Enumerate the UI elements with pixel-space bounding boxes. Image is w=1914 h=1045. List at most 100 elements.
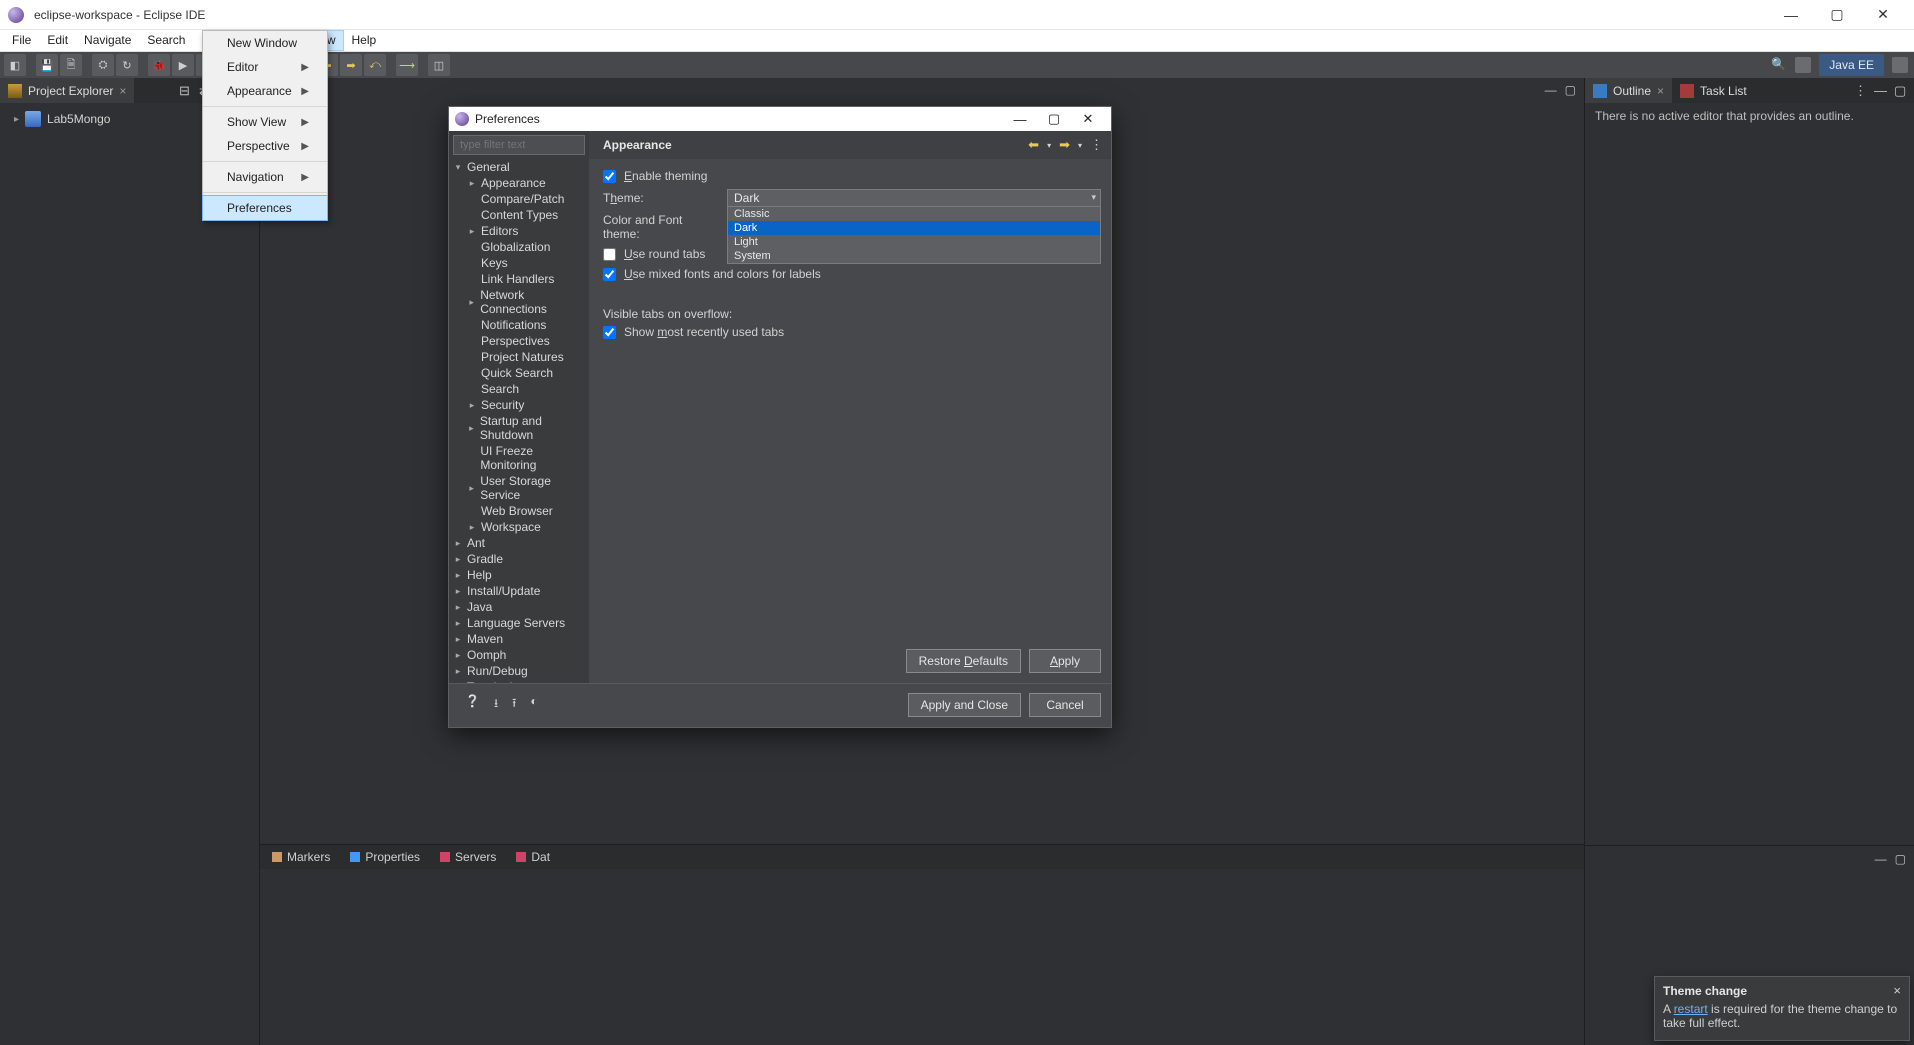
pref-tree-item[interactable]: Notifications xyxy=(449,317,589,333)
dialog-titlebar[interactable]: Preferences — ▢ ✕ xyxy=(449,107,1111,131)
pref-tree-item[interactable]: Run/Debug xyxy=(449,663,589,679)
dropdown-icon[interactable]: ▾ xyxy=(1078,141,1082,150)
pref-tree-item[interactable]: Editors xyxy=(449,223,589,239)
tab-data[interactable]: Dat xyxy=(508,847,558,867)
restart-link[interactable]: restart xyxy=(1674,1002,1708,1016)
pref-tree-item[interactable]: Link Handlers xyxy=(449,271,589,287)
pref-tree-item[interactable]: Content Types xyxy=(449,207,589,223)
menu-edit[interactable]: Edit xyxy=(39,30,76,51)
perspective-javaee[interactable]: Java EE xyxy=(1819,54,1884,76)
minimize-view-icon[interactable]: — xyxy=(1545,83,1557,97)
close-button[interactable]: ✕ xyxy=(1860,0,1906,30)
menu-help[interactable]: Help xyxy=(344,30,385,51)
pref-tree-item[interactable]: Perspectives xyxy=(449,333,589,349)
tb-pin-icon[interactable]: ◫ xyxy=(428,54,450,76)
pref-tree-item[interactable]: Web Browser xyxy=(449,503,589,519)
theme-option-dark[interactable]: Dark xyxy=(728,221,1100,235)
tb-save-icon[interactable]: 💾 xyxy=(36,54,58,76)
pref-tree-item[interactable]: Globalization xyxy=(449,239,589,255)
tb-refresh-icon[interactable]: ↻ xyxy=(116,54,138,76)
pref-tree-item[interactable]: Project Natures xyxy=(449,349,589,365)
tb-next-icon[interactable]: ⟶ xyxy=(396,54,418,76)
tb-fwd-icon[interactable]: ➡ xyxy=(340,54,362,76)
minimize-view-icon[interactable]: — xyxy=(1874,84,1888,98)
pref-tree-item[interactable]: Gradle xyxy=(449,551,589,567)
pref-tree-item[interactable]: Keys xyxy=(449,255,589,271)
view-menu-icon[interactable]: ⋮ xyxy=(1854,84,1868,98)
export-prefs-icon[interactable]: ⭱ xyxy=(512,694,516,715)
theme-option-light[interactable]: Light xyxy=(728,235,1100,249)
pref-tree-item[interactable]: UI Freeze Monitoring xyxy=(449,443,589,473)
theme-option-classic[interactable]: Classic xyxy=(728,207,1100,221)
toast-close-icon[interactable]: × xyxy=(1893,983,1901,998)
perspective-switcher-icon[interactable] xyxy=(1892,57,1908,73)
pref-tree-item[interactable]: Install/Update xyxy=(449,583,589,599)
menu-search[interactable]: Search xyxy=(139,30,193,51)
pref-tree-item[interactable]: Appearance xyxy=(449,175,589,191)
menu-appearance[interactable]: Appearance▶ xyxy=(203,79,327,103)
dialog-maximize-button[interactable]: ▢ xyxy=(1037,107,1071,131)
theme-select[interactable]: Dark ▾ xyxy=(727,189,1101,207)
filter-input[interactable] xyxy=(453,135,585,155)
menu-file[interactable]: File xyxy=(4,30,39,51)
search-icon[interactable]: 🔍 xyxy=(1771,57,1787,73)
preferences-tree[interactable]: GeneralAppearanceCompare/PatchContent Ty… xyxy=(449,157,589,683)
page-menu-icon[interactable]: ⋮ xyxy=(1090,137,1103,153)
minimize-button[interactable]: — xyxy=(1768,0,1814,30)
show-mru-checkbox[interactable] xyxy=(603,326,616,339)
minimize-view-icon[interactable]: — xyxy=(1875,852,1887,866)
pref-tree-item[interactable]: Security xyxy=(449,397,589,413)
tb-saveall-icon[interactable]: 🗎 xyxy=(60,54,82,76)
pref-tree-item[interactable]: Maven xyxy=(449,631,589,647)
pref-tree-item[interactable]: Startup and Shutdown xyxy=(449,413,589,443)
pref-tree-item[interactable]: Language Servers xyxy=(449,615,589,631)
pref-tree-item[interactable]: Network Connections xyxy=(449,287,589,317)
menu-perspective[interactable]: Perspective▶ xyxy=(203,134,327,158)
menu-navigate[interactable]: Navigate xyxy=(76,30,139,51)
apply-button[interactable]: Apply xyxy=(1029,649,1101,673)
maximize-view-icon[interactable]: ▢ xyxy=(1895,852,1906,866)
pref-tree-item[interactable]: General xyxy=(449,159,589,175)
forward-icon[interactable]: ➡ xyxy=(1059,137,1070,153)
back-icon[interactable]: ⬅ xyxy=(1028,137,1039,153)
pref-tree-item[interactable]: Ant xyxy=(449,535,589,551)
open-perspective-icon[interactable] xyxy=(1795,57,1811,73)
pref-tree-item[interactable]: Search xyxy=(449,381,589,397)
tasklist-tab[interactable]: Task List xyxy=(1672,78,1755,103)
enable-theming-checkbox[interactable] xyxy=(603,170,616,183)
restore-defaults-button[interactable]: Restore Defaults xyxy=(906,649,1021,673)
dropdown-icon[interactable]: ▾ xyxy=(1047,141,1051,150)
apply-and-close-button[interactable]: Apply and Close xyxy=(908,693,1021,717)
tab-servers[interactable]: Servers xyxy=(432,847,504,867)
close-icon[interactable]: × xyxy=(1657,84,1664,98)
menu-editor[interactable]: Editor▶ xyxy=(203,55,327,79)
oomph-icon[interactable]: ◐ xyxy=(530,694,537,715)
outline-tab[interactable]: Outline × xyxy=(1585,78,1672,103)
tb-build-icon[interactable]: ⛭ xyxy=(92,54,114,76)
cancel-button[interactable]: Cancel xyxy=(1029,693,1101,717)
tb-new-icon[interactable]: ◧ xyxy=(4,54,26,76)
theme-option-system[interactable]: System xyxy=(728,249,1100,263)
collapse-all-icon[interactable]: ⊟ xyxy=(179,84,193,98)
menu-new-window[interactable]: New Window xyxy=(203,31,327,55)
pref-tree-item[interactable]: Workspace xyxy=(449,519,589,535)
tb-last-edit-icon[interactable]: ⤺ xyxy=(364,54,386,76)
menu-preferences[interactable]: Preferences xyxy=(202,195,328,221)
use-round-tabs-checkbox[interactable] xyxy=(603,248,616,261)
tb-run-icon[interactable]: ▶ xyxy=(172,54,194,76)
pref-tree-item[interactable]: Java xyxy=(449,599,589,615)
menu-navigation[interactable]: Navigation▶ xyxy=(203,165,327,189)
menu-show-view[interactable]: Show View▶ xyxy=(203,110,327,134)
pref-tree-item[interactable]: Compare/Patch xyxy=(449,191,589,207)
pref-tree-item[interactable]: User Storage Service xyxy=(449,473,589,503)
pref-tree-item[interactable]: Oomph xyxy=(449,647,589,663)
maximize-view-icon[interactable]: ▢ xyxy=(1565,83,1576,97)
tab-markers[interactable]: Markers xyxy=(264,847,338,867)
pref-tree-item[interactable]: Help xyxy=(449,567,589,583)
maximize-view-icon[interactable]: ▢ xyxy=(1894,84,1908,98)
dialog-close-button[interactable]: ✕ xyxy=(1071,107,1105,131)
tb-debug-icon[interactable]: 🐞 xyxy=(148,54,170,76)
use-mixed-fonts-checkbox[interactable] xyxy=(603,268,616,281)
tab-properties[interactable]: Properties xyxy=(342,847,428,867)
help-icon[interactable]: ❔ xyxy=(465,694,480,715)
